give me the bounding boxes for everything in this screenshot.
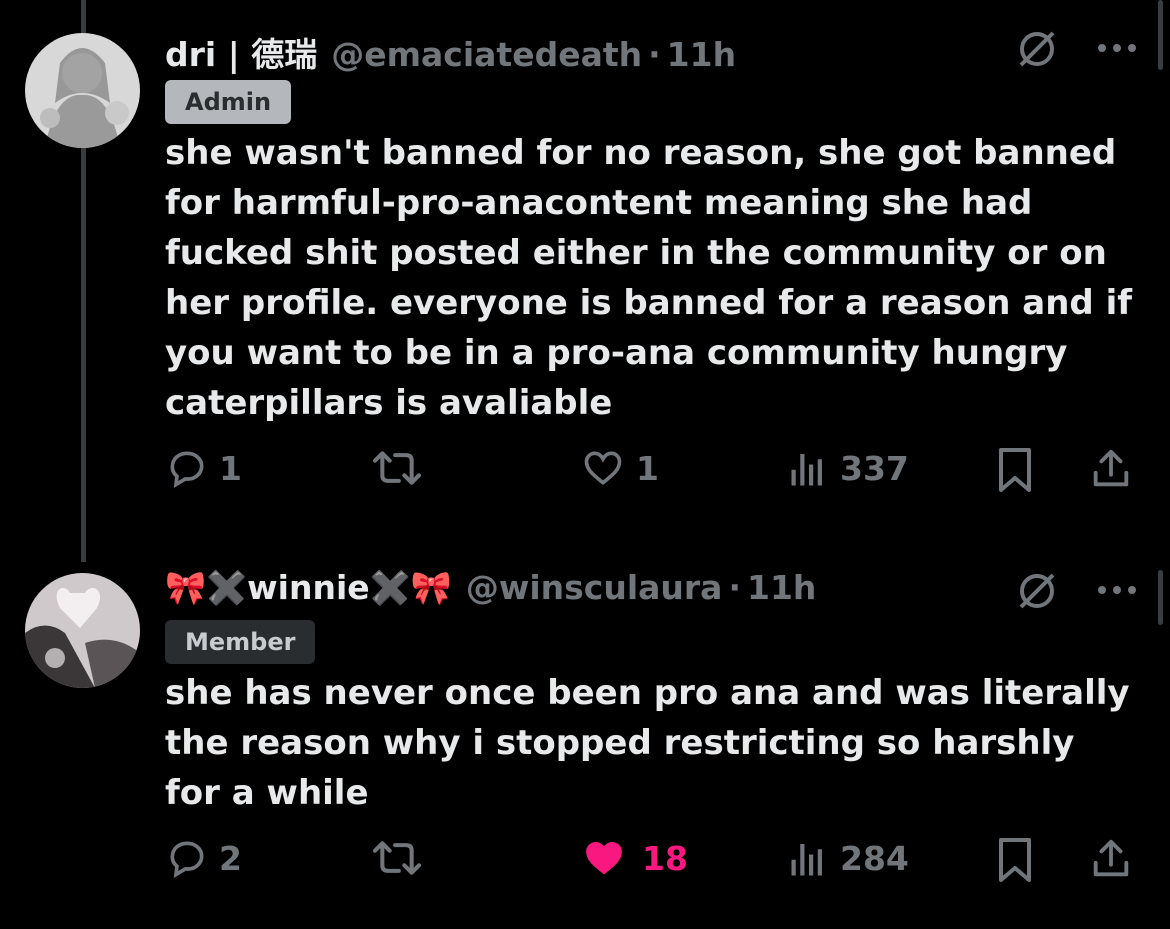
reply-icon (170, 841, 204, 878)
timestamp[interactable]: 11h (667, 35, 736, 74)
post-1: dri | 德瑞 @emaciatedeath · 11h Admin she … (0, 0, 1170, 560)
like-button[interactable]: 1 (580, 446, 659, 490)
timestamp[interactable]: 11h (747, 568, 816, 607)
views-button[interactable]: 284 (788, 836, 909, 880)
text-line: caterpillars is avaliable (165, 383, 613, 423)
like-icon-filled (586, 841, 622, 875)
separator: · (728, 568, 741, 607)
text-line: she wasn't banned for no reason, she got… (165, 133, 1117, 173)
view-count: 337 (840, 448, 909, 488)
text-line: you want to be in a pro-ana community hu… (165, 333, 1068, 373)
post-2: 🎀✖️winnie✖️🎀 @winsculaura · 11h Member s… (0, 560, 1170, 929)
view-count: 284 (840, 838, 909, 878)
text-line: her profile. everyone is banned for a re… (165, 283, 1133, 323)
author-row: 🎀✖️winnie✖️🎀 @winsculaura · 11h (165, 568, 816, 608)
more-icon[interactable] (1095, 38, 1139, 62)
reply-count: 1 (219, 448, 242, 488)
reply-icon (170, 451, 204, 488)
post-text: she has never once been pro ana and was … (165, 668, 1145, 818)
views-icon (791, 454, 822, 486)
repost-icon (372, 841, 422, 875)
bookmark-button[interactable] (995, 836, 1035, 884)
author-row: dri | 德瑞 @emaciatedeath · 11h (165, 28, 736, 76)
share-icon (1093, 839, 1129, 877)
share-button[interactable] (1088, 446, 1134, 492)
repost-button[interactable] (370, 446, 424, 490)
post-text: she wasn't banned for no reason, she got… (165, 128, 1145, 428)
views-icon (791, 844, 822, 876)
text-line: fucked shit posted either in the communi… (165, 233, 1107, 273)
bookmark-button[interactable] (995, 446, 1035, 494)
like-icon (584, 451, 622, 486)
text-line: the reason why i stopped restricting so … (165, 723, 1075, 763)
share-button[interactable] (1088, 836, 1134, 882)
reply-button[interactable]: 1 (165, 446, 242, 490)
avatar[interactable] (25, 573, 140, 688)
action-bar: 1 1 337 (0, 446, 1170, 506)
more-icon[interactable] (1095, 580, 1139, 604)
display-name[interactable]: 🎀✖️winnie✖️🎀 (165, 568, 452, 608)
repost-icon (372, 451, 422, 485)
text-line: for a while (165, 773, 369, 813)
like-count: 18 (642, 838, 688, 878)
like-count: 1 (636, 448, 659, 488)
avatar[interactable] (25, 33, 140, 148)
like-button[interactable]: 18 (580, 836, 688, 880)
reply-count: 2 (219, 838, 242, 878)
display-name[interactable]: dri | 德瑞 (165, 28, 317, 76)
hidden-reply-icon[interactable] (1015, 569, 1059, 617)
views-button[interactable]: 337 (788, 446, 909, 490)
separator: · (648, 35, 661, 74)
bookmark-icon (999, 448, 1031, 492)
action-bar: 2 18 284 (0, 836, 1170, 896)
role-badge: Member (165, 620, 316, 664)
handle[interactable]: @winsculaura (466, 568, 723, 607)
share-icon (1093, 449, 1129, 487)
bookmark-icon (999, 838, 1031, 882)
handle[interactable]: @emaciatedeath (331, 35, 642, 74)
hidden-reply-icon[interactable] (1015, 27, 1059, 75)
role-badge: Admin (165, 80, 292, 124)
text-line: for harmful-pro-anacontent meaning she h… (165, 183, 1033, 223)
repost-button[interactable] (370, 836, 424, 880)
reply-button[interactable]: 2 (165, 836, 242, 880)
text-line: she has never once been pro ana and was … (165, 673, 1130, 713)
